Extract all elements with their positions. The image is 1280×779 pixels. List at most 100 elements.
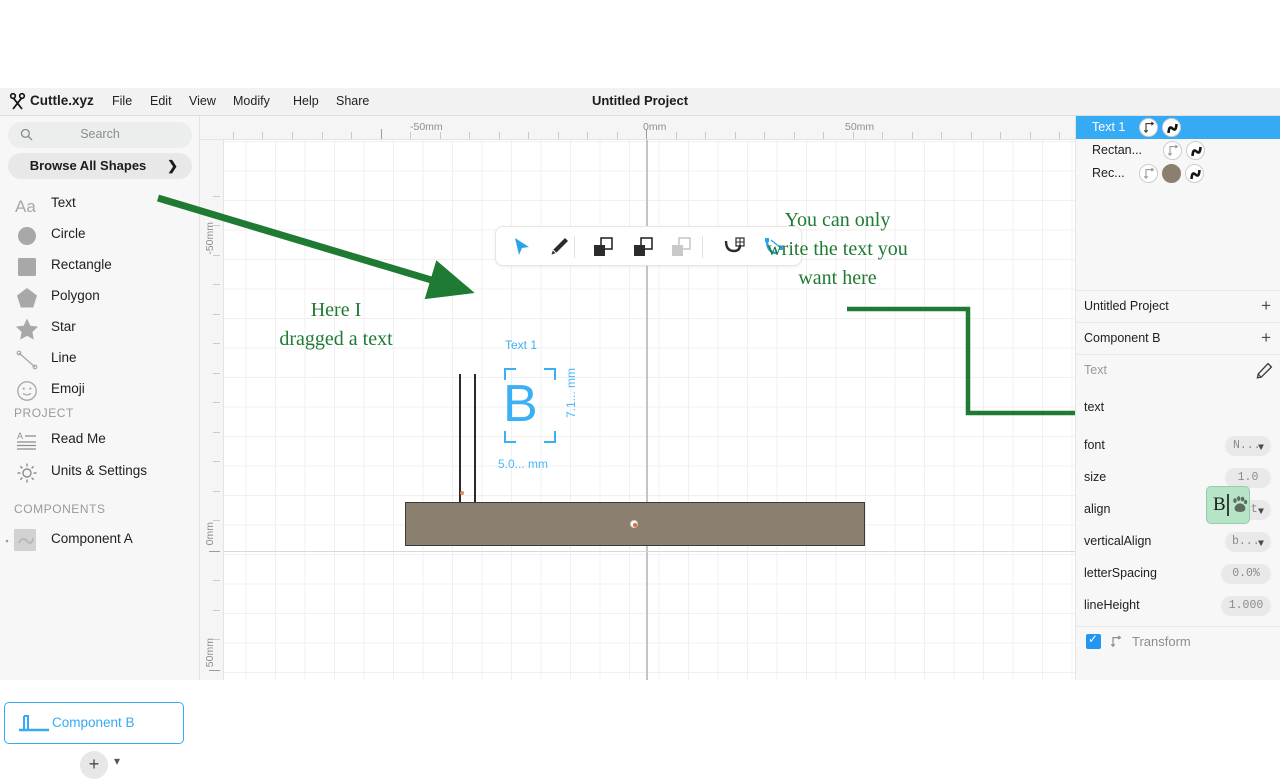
property-row-text: text — [1076, 386, 1280, 430]
selection-handle-br[interactable] — [544, 431, 556, 443]
group-label: Component B — [1084, 331, 1161, 345]
property-label: text — [1084, 400, 1105, 414]
project-section-header: PROJECT — [14, 406, 74, 420]
expand-dot-icon — [5, 539, 9, 543]
select-arrow-icon[interactable] — [510, 235, 534, 259]
components-section-header: COMPONENTS — [14, 502, 106, 516]
circle-icon — [18, 227, 36, 245]
browse-all-shapes-button[interactable]: Browse All Shapes ❯ — [8, 153, 192, 179]
annotation-line: want here — [798, 267, 877, 289]
sidebar-label: Circle — [51, 226, 86, 241]
canvas-axis-vertical — [646, 140, 648, 680]
anchor-point[interactable] — [460, 491, 464, 495]
selection-handle-tr[interactable] — [544, 368, 556, 380]
property-label: size — [1084, 470, 1107, 484]
sidebar-item-text[interactable]: Aa Text — [0, 189, 200, 220]
text-input-value: B — [1213, 494, 1226, 515]
layer-name: Text 1 — [1092, 120, 1126, 134]
letter-spacing-input[interactable]: 0.0% — [1221, 564, 1271, 584]
canvas-area[interactable]: -50mm 0mm 50mm -50mm 0mm 50mm Text 1 B 5… — [200, 116, 1075, 680]
annotation-line: You can only — [784, 209, 891, 231]
boolean-intersect-icon[interactable] — [669, 235, 693, 259]
add-parameter-icon[interactable]: + — [1261, 296, 1271, 316]
chevron-down-icon[interactable]: ▾ — [114, 754, 120, 768]
document-icon: A — [17, 431, 36, 450]
fill-swatch-icon[interactable] — [1162, 164, 1181, 183]
property-row-letter-spacing: letterSpacing 0.0% — [1076, 558, 1280, 590]
sidebar-item-circle[interactable]: Circle — [0, 220, 200, 251]
ruler-tick-label: -50mm — [410, 121, 443, 133]
dimension-height-label: 7.1... mm — [564, 368, 578, 419]
canvas-axis-horizontal — [224, 551, 1075, 552]
font-select[interactable]: N... ▼ — [1225, 436, 1271, 456]
search-input[interactable]: Search — [8, 122, 192, 148]
ruler-tick-label: -50mm — [204, 222, 216, 255]
layer-row-rectangle-2[interactable]: Rec... — [1076, 162, 1280, 185]
sidebar-label: Rectangle — [51, 257, 112, 272]
layer-row-text-1[interactable]: Text 1 — [1076, 116, 1280, 139]
boolean-subtract-icon[interactable] — [631, 235, 655, 259]
svg-text:Aa: Aa — [15, 197, 36, 216]
curve-icon[interactable] — [1185, 164, 1204, 183]
group-row-project[interactable]: Untitled Project + — [1076, 290, 1280, 322]
annotation-write-text: You can only write the text you want her… — [735, 206, 940, 293]
component-item-b[interactable]: Component B — [4, 702, 184, 744]
svg-text:A: A — [17, 431, 23, 441]
paw-print-icon — [1233, 496, 1248, 512]
component-label: Component B — [52, 715, 135, 730]
sidebar-item-rectangle[interactable]: Rectangle — [0, 251, 200, 282]
curve-icon[interactable] — [1186, 141, 1205, 160]
plus-icon: + — [88, 754, 100, 774]
app-window: Cuttle.xyz File Edit View Modify Help Sh… — [0, 88, 1280, 779]
ruler-horizontal[interactable]: -50mm 0mm 50mm — [200, 116, 1075, 140]
transform-checkbox[interactable] — [1086, 632, 1101, 649]
search-placeholder: Search — [80, 127, 120, 141]
canvas-grid — [224, 140, 1075, 680]
property-label: align — [1084, 502, 1111, 516]
sidebar-item-polygon[interactable]: Polygon — [0, 282, 200, 313]
line-height-input[interactable]: 1.000 — [1221, 596, 1271, 616]
sidebar-item-read-me[interactable]: A Read Me — [0, 425, 200, 456]
transform-row[interactable]: Transform — [1076, 626, 1280, 658]
ruler-vertical[interactable]: -50mm 0mm 50mm — [200, 140, 224, 680]
component-thumb-icon — [19, 715, 49, 732]
group-row-component-b[interactable]: Component B + — [1076, 322, 1280, 354]
sidebar-item-emoji[interactable]: Emoji — [0, 375, 200, 406]
sidebar-item-units-settings[interactable]: Units & Settings — [0, 457, 200, 488]
chevron-right-icon: ❯ — [167, 158, 178, 173]
add-component-button[interactable]: + — [80, 751, 108, 779]
transform-icon[interactable] — [1163, 141, 1182, 160]
sidebar-item-star[interactable]: Star — [0, 313, 200, 344]
curve-icon[interactable] — [1162, 118, 1181, 137]
browse-all-shapes-label: Browse All Shapes — [29, 158, 147, 173]
text-value-input[interactable]: B — [1206, 486, 1250, 524]
transform-icon[interactable] — [1139, 164, 1158, 183]
add-parameter-icon[interactable]: + — [1261, 328, 1271, 348]
vertical-align-select[interactable]: b... ▼ — [1225, 532, 1271, 552]
pen-nib-icon[interactable] — [547, 235, 571, 259]
font-value: N... — [1233, 439, 1261, 452]
ruler-tick-label: 50mm — [845, 121, 875, 133]
chevron-down-icon: ▼ — [1257, 539, 1264, 550]
boolean-union-icon[interactable] — [591, 235, 615, 259]
gear-icon — [17, 463, 37, 483]
line-icon — [16, 350, 38, 370]
sidebar-item-line[interactable]: Line — [0, 344, 200, 375]
component-thumb-icon — [14, 529, 36, 551]
text-caret — [1227, 494, 1229, 516]
origin-point[interactable] — [630, 520, 638, 528]
vertical-align-value: b... — [1232, 535, 1260, 548]
transform-label: Transform — [1132, 634, 1191, 649]
component-item-a[interactable]: Component A — [0, 523, 200, 557]
size-input[interactable]: 1.0 — [1225, 468, 1271, 488]
rectangle-icon — [18, 258, 36, 276]
transform-icon[interactable] — [1139, 118, 1158, 137]
pencil-icon[interactable] — [1256, 362, 1273, 379]
property-label: font — [1084, 438, 1105, 452]
layer-row-rectangle-1[interactable]: Rectan... — [1076, 139, 1280, 162]
text-glyph[interactable]: B — [503, 378, 538, 430]
sidebar-label: Emoji — [51, 381, 85, 396]
component-vertical-line — [474, 374, 476, 503]
group-label: Untitled Project — [1084, 299, 1169, 313]
sidebar-label: Text — [51, 195, 76, 210]
